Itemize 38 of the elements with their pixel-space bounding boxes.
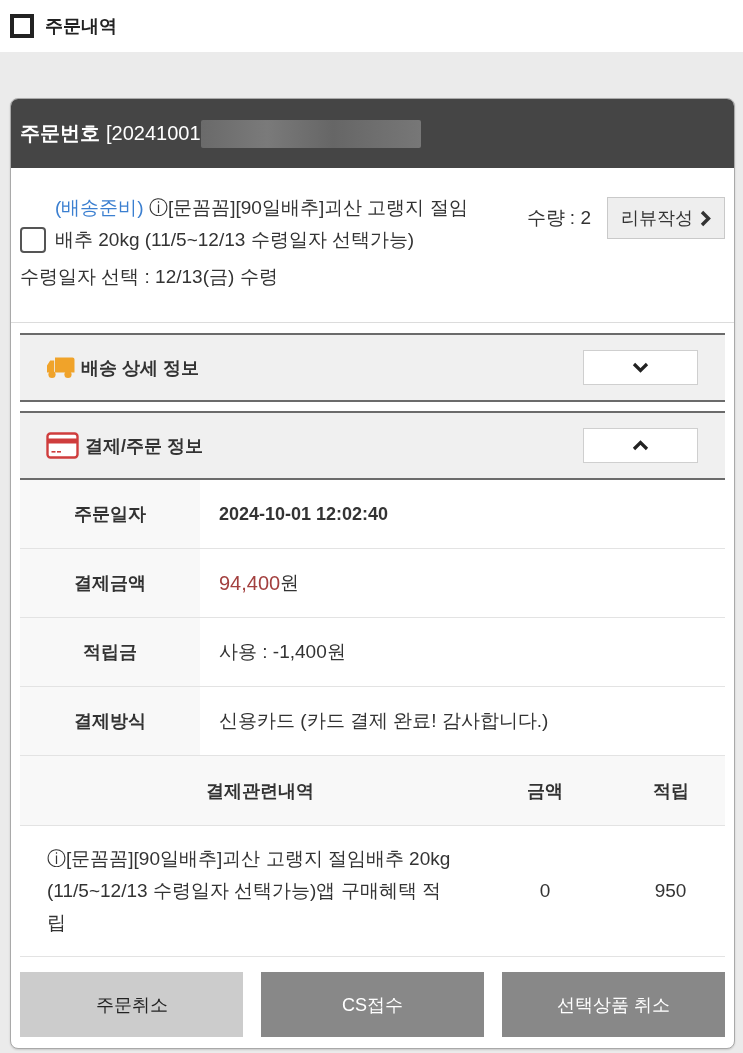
cancel-order-button[interactable]: 주문취소 [20, 972, 243, 1037]
currency-unit: 원 [280, 571, 300, 595]
column-header: 결제관련내역 [205, 779, 315, 803]
chevron-down-icon [632, 362, 649, 373]
table-cell-text: 950 [653, 879, 688, 903]
quantity: 수량 : 2 [526, 206, 591, 230]
section-title: 결제/주문 정보 [85, 434, 203, 458]
page-title: 주문내역 [45, 15, 117, 38]
column-header: 적립 [651, 779, 690, 803]
chevron-up-icon [632, 440, 649, 451]
section-header[interactable]: 결제/주문 정보 [20, 411, 725, 480]
detail-label: 적립금 [20, 618, 200, 686]
cancel-item-button[interactable]: 선택상품 취소 [502, 972, 725, 1037]
detail-label: 주문일자 [20, 480, 200, 548]
detail-value: 2024-10-01 12:02:40 [219, 503, 389, 525]
detail-value: 사용 : -1,400원 [219, 640, 346, 664]
write-review-button[interactable]: 리뷰작성 [607, 197, 725, 239]
section-title: 배송 상세 정보 [81, 356, 199, 380]
truck-icon [46, 356, 75, 379]
credit-card-icon [46, 432, 79, 459]
cs-request-button[interactable]: CS접수 [261, 972, 484, 1037]
table-cell-text: 0 [538, 879, 552, 903]
order-number: [20241001 [106, 122, 201, 145]
detail-label: 결제방식 [20, 687, 200, 755]
price-amount: 94,400 [219, 571, 281, 595]
checkbox[interactable] [20, 227, 46, 253]
pickup-date: 수령일자 선택 : 12/13(금) 수령 [20, 265, 278, 289]
chevron-right-icon [700, 209, 711, 227]
toggle-button[interactable] [583, 428, 698, 463]
detail-label: 결제금액 [20, 549, 200, 617]
square-icon [10, 14, 34, 38]
section-header[interactable]: 배송 상세 정보 [20, 333, 725, 402]
product-title: (배송준비) ⓘ[문꼼꼼][90일배추]괴산 고랭지 절임배추 20kg (11/5~12/13 수령일자 선택가능) [55, 196, 469, 252]
order-number-label: 주문번호 [20, 121, 100, 146]
toggle-button[interactable] [583, 350, 698, 385]
table-cell-text: ⓘ[문꼼꼼][90일배추]괴산 고랭지 절임배추 20kg (11/5~12/13 수령일자 선택가능)앱 구매혜택 적립 [46, 847, 452, 935]
detail-value: 신용카드 (카드 결제 완료! 감사합니다.) [219, 709, 549, 733]
column-header: 금액 [526, 779, 564, 803]
